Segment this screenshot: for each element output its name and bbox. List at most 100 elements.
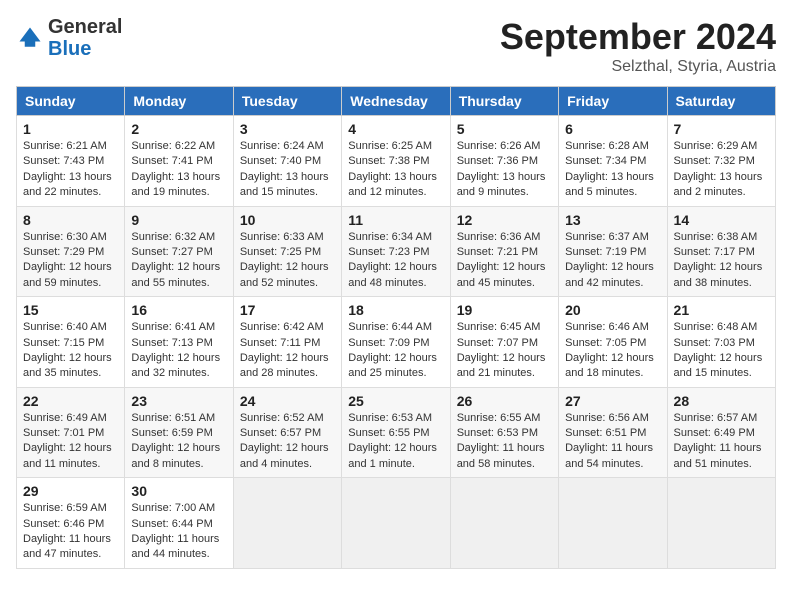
- title-block: September 2024 Selzthal, Styria, Austria: [500, 16, 776, 76]
- day-number: 20: [565, 302, 660, 318]
- day-info: Sunrise: 6:42 AM Sunset: 7:11 PM Dayligh…: [240, 320, 335, 382]
- day-info: Sunrise: 6:45 AM Sunset: 7:07 PM Dayligh…: [457, 320, 552, 382]
- logo-blue-text: Blue: [48, 38, 91, 60]
- day-info: Sunrise: 6:26 AM Sunset: 7:36 PM Dayligh…: [457, 139, 552, 201]
- calendar-cell: 21Sunrise: 6:48 AM Sunset: 7:03 PM Dayli…: [667, 297, 775, 388]
- weekday-header-tuesday: Tuesday: [233, 87, 341, 116]
- day-number: 15: [23, 302, 118, 318]
- day-info: Sunrise: 6:44 AM Sunset: 7:09 PM Dayligh…: [348, 320, 443, 382]
- calendar-cell: 24 Sunrise: 6:52 AM Sunset: 6:57 PM Dayli…: [233, 387, 341, 478]
- calendar-cell: 7 Sunrise: 6:29 AM Sunset: 7:32 PM Daylig…: [667, 116, 775, 207]
- day-info: Sunrise: 6:51 AM Sunset: 6:59 PM Dayligh…: [131, 411, 226, 473]
- calendar-cell: 6 Sunrise: 6:28 AM Sunset: 7:34 PM Daylig…: [559, 116, 667, 207]
- calendar-cell: 18 Sunrise: 6:44 AM Sunset: 7:09 PM Dayli…: [342, 297, 450, 388]
- day-info: Sunrise: 6:21 AM Sunset: 7:43 PM Dayligh…: [23, 139, 118, 201]
- page-header: General Blue September 2024 Selzthal, St…: [16, 16, 776, 76]
- calendar-cell: 2Sunrise: 6:22 AM Sunset: 7:41 PM Daylig…: [125, 116, 233, 207]
- week-row-2: 8Sunrise: 6:30 AM Sunset: 7:29 PM Daylig…: [17, 206, 776, 297]
- calendar-cell: [342, 478, 450, 569]
- calendar-cell: 25Sunrise: 6:53 AM Sunset: 6:55 PM Dayli…: [342, 387, 450, 478]
- week-row-5: 29Sunrise: 6:59 AM Sunset: 6:46 PM Dayli…: [17, 478, 776, 569]
- logo-icon: [16, 24, 44, 52]
- calendar-cell: 5 Sunrise: 6:26 AM Sunset: 7:36 PM Daylig…: [450, 116, 558, 207]
- calendar-cell: [233, 478, 341, 569]
- calendar-cell: [667, 478, 775, 569]
- day-info: Sunrise: 6:33 AM Sunset: 7:25 PM Dayligh…: [240, 230, 335, 292]
- day-info: Sunrise: 6:29 AM Sunset: 7:32 PM Dayligh…: [674, 139, 769, 201]
- day-number: 16: [131, 302, 226, 318]
- weekday-header-saturday: Saturday: [667, 87, 775, 116]
- calendar-cell: 30 Sunrise: 7:00 AM Sunset: 6:44 PM Dayli…: [125, 478, 233, 569]
- day-info: Sunrise: 6:38 AM Sunset: 7:17 PM Dayligh…: [674, 230, 769, 292]
- day-info: Sunrise: 6:49 AM Sunset: 7:01 PM Dayligh…: [23, 411, 118, 473]
- day-info: Sunrise: 7:00 AM Sunset: 6:44 PM Dayligh…: [131, 501, 226, 563]
- calendar-cell: 4 Sunrise: 6:25 AM Sunset: 7:38 PM Daylig…: [342, 116, 450, 207]
- day-number: 23: [131, 393, 226, 409]
- weekday-header-thursday: Thursday: [450, 87, 558, 116]
- day-info: Sunrise: 6:46 AM Sunset: 7:05 PM Dayligh…: [565, 320, 660, 382]
- calendar-cell: 15 Sunrise: 6:40 AM Sunset: 7:15 PM Dayli…: [17, 297, 125, 388]
- calendar-cell: 9 Sunrise: 6:32 AM Sunset: 7:27 PM Daylig…: [125, 206, 233, 297]
- day-number: 30: [131, 483, 226, 499]
- day-info: Sunrise: 6:40 AM Sunset: 7:15 PM Dayligh…: [23, 320, 118, 382]
- day-number: 14: [674, 212, 769, 228]
- calendar-cell: 8Sunrise: 6:30 AM Sunset: 7:29 PM Daylig…: [17, 206, 125, 297]
- week-row-4: 22 Sunrise: 6:49 AM Sunset: 7:01 PM Dayli…: [17, 387, 776, 478]
- day-info: Sunrise: 6:52 AM Sunset: 6:57 PM Dayligh…: [240, 411, 335, 473]
- day-info: Sunrise: 6:36 AM Sunset: 7:21 PM Dayligh…: [457, 230, 552, 292]
- day-info: Sunrise: 6:24 AM Sunset: 7:40 PM Dayligh…: [240, 139, 335, 201]
- day-number: 4: [348, 121, 443, 137]
- day-number: 13: [565, 212, 660, 228]
- day-number: 17: [240, 302, 335, 318]
- day-number: 10: [240, 212, 335, 228]
- weekday-header-wednesday: Wednesday: [342, 87, 450, 116]
- day-info: Sunrise: 6:28 AM Sunset: 7:34 PM Dayligh…: [565, 139, 660, 201]
- day-number: 19: [457, 302, 552, 318]
- calendar-cell: [450, 478, 558, 569]
- calendar-cell: 19 Sunrise: 6:45 AM Sunset: 7:07 PM Dayli…: [450, 297, 558, 388]
- day-info: Sunrise: 6:48 AM Sunset: 7:03 PM Dayligh…: [674, 320, 769, 382]
- day-number: 26: [457, 393, 552, 409]
- day-number: 27: [565, 393, 660, 409]
- month-title: September 2024: [500, 16, 776, 58]
- day-number: 9: [131, 212, 226, 228]
- calendar-cell: 20 Sunrise: 6:46 AM Sunset: 7:05 PM Dayli…: [559, 297, 667, 388]
- weekday-header-monday: Monday: [125, 87, 233, 116]
- calendar-cell: 22 Sunrise: 6:49 AM Sunset: 7:01 PM Dayli…: [17, 387, 125, 478]
- day-number: 24: [240, 393, 335, 409]
- calendar-cell: 10 Sunrise: 6:33 AM Sunset: 7:25 PM Dayli…: [233, 206, 341, 297]
- week-row-1: 1Sunrise: 6:21 AM Sunset: 7:43 PM Daylig…: [17, 116, 776, 207]
- day-info: Sunrise: 6:37 AM Sunset: 7:19 PM Dayligh…: [565, 230, 660, 292]
- logo-general-text: General: [48, 16, 122, 38]
- calendar-cell: 13 Sunrise: 6:37 AM Sunset: 7:19 PM Dayli…: [559, 206, 667, 297]
- day-number: 25: [348, 393, 443, 409]
- day-number: 18: [348, 302, 443, 318]
- calendar-cell: [559, 478, 667, 569]
- day-number: 2: [131, 121, 226, 137]
- day-number: 12: [457, 212, 552, 228]
- calendar-cell: 26Sunrise: 6:55 AM Sunset: 6:53 PM Dayli…: [450, 387, 558, 478]
- logo: General Blue: [16, 16, 122, 60]
- calendar-cell: 12 Sunrise: 6:36 AM Sunset: 7:21 PM Dayli…: [450, 206, 558, 297]
- calendar-cell: 28Sunrise: 6:57 AM Sunset: 6:49 PM Dayli…: [667, 387, 775, 478]
- weekday-header-sunday: Sunday: [17, 87, 125, 116]
- day-number: 6: [565, 121, 660, 137]
- day-info: Sunrise: 6:41 AM Sunset: 7:13 PM Dayligh…: [131, 320, 226, 382]
- day-number: 7: [674, 121, 769, 137]
- calendar-cell: 29Sunrise: 6:59 AM Sunset: 6:46 PM Dayli…: [17, 478, 125, 569]
- day-number: 8: [23, 212, 118, 228]
- calendar-cell: 1Sunrise: 6:21 AM Sunset: 7:43 PM Daylig…: [17, 116, 125, 207]
- weekday-header-row: SundayMondayTuesdayWednesdayThursdayFrid…: [17, 87, 776, 116]
- day-info: Sunrise: 6:25 AM Sunset: 7:38 PM Dayligh…: [348, 139, 443, 201]
- day-info: Sunrise: 6:56 AM Sunset: 6:51 PM Dayligh…: [565, 411, 660, 473]
- calendar-cell: 27 Sunrise: 6:56 AM Sunset: 6:51 PM Dayli…: [559, 387, 667, 478]
- day-info: Sunrise: 6:57 AM Sunset: 6:49 PM Dayligh…: [674, 411, 769, 473]
- day-info: Sunrise: 6:34 AM Sunset: 7:23 PM Dayligh…: [348, 230, 443, 292]
- location-title: Selzthal, Styria, Austria: [500, 58, 776, 76]
- day-info: Sunrise: 6:32 AM Sunset: 7:27 PM Dayligh…: [131, 230, 226, 292]
- day-number: 5: [457, 121, 552, 137]
- day-number: 22: [23, 393, 118, 409]
- day-number: 11: [348, 212, 443, 228]
- calendar-table: SundayMondayTuesdayWednesdayThursdayFrid…: [16, 86, 776, 569]
- day-number: 29: [23, 483, 118, 499]
